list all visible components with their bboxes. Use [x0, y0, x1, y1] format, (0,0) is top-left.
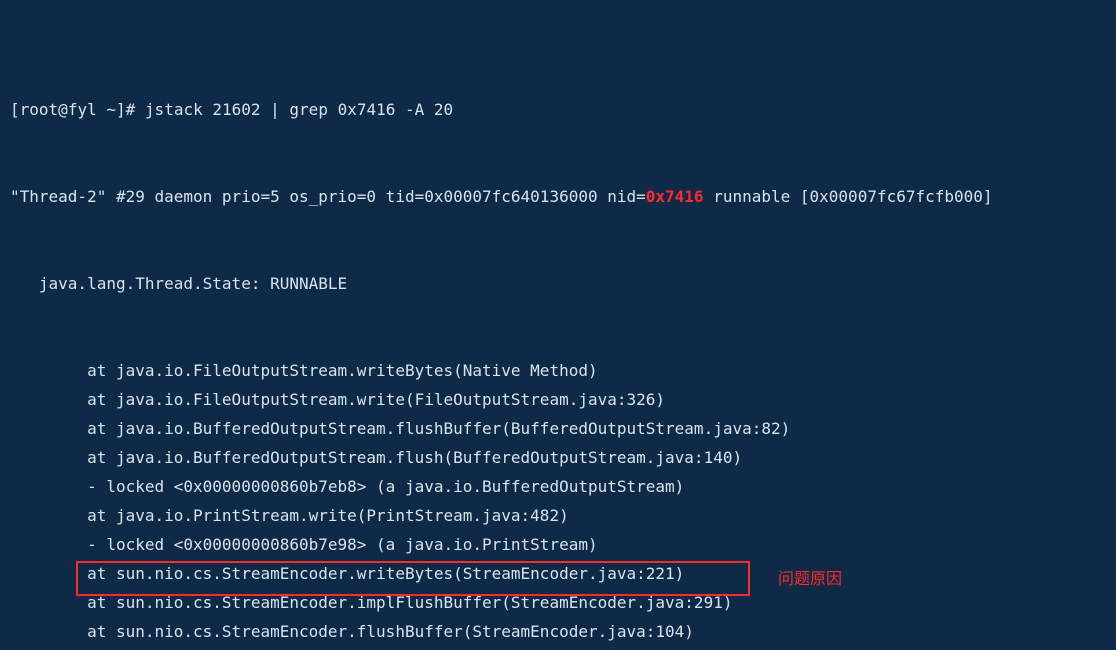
- stack-line: at sun.nio.cs.StreamEncoder.implFlushBuf…: [10, 588, 1106, 617]
- stack-line: - locked <0x00000000860b7f88> (a java.io…: [10, 646, 1106, 650]
- prompt-host: fyl: [68, 100, 97, 119]
- stack-line: - locked <0x00000000860b7eb8> (a java.io…: [10, 472, 1106, 501]
- stack-trace: at java.io.FileOutputStream.writeBytes(N…: [10, 356, 1106, 650]
- command-line[interactable]: [root@fyl ~]# jstack 21602 | grep 0x7416…: [10, 66, 1106, 124]
- terminal-output: [root@fyl ~]# jstack 21602 | grep 0x7416…: [0, 0, 1116, 650]
- thread-header-suffix: runnable [0x00007fc67fcfb000]: [704, 187, 993, 206]
- stack-line: - locked <0x00000000860b7e98> (a java.io…: [10, 530, 1106, 559]
- thread-header-line: "Thread-2" #29 daemon prio=5 os_prio=0 t…: [10, 182, 1106, 211]
- thread-state-line: java.lang.Thread.State: RUNNABLE: [10, 269, 1106, 298]
- prompt-open-bracket: [: [10, 100, 20, 119]
- prompt-close-bracket: ]: [116, 100, 126, 119]
- prompt-path: ~: [106, 100, 116, 119]
- stack-line: at sun.nio.cs.StreamEncoder.flushBuffer(…: [10, 617, 1106, 646]
- thread-header-prefix: "Thread-2" #29 daemon prio=5 os_prio=0 t…: [10, 187, 646, 206]
- stack-line: at java.io.BufferedOutputStream.flush(Bu…: [10, 443, 1106, 472]
- stack-line: at sun.nio.cs.StreamEncoder.writeBytes(S…: [10, 559, 1106, 588]
- highlighted-nid: 0x7416: [646, 187, 704, 206]
- stack-line: at java.io.BufferedOutputStream.flushBuf…: [10, 414, 1106, 443]
- prompt-symbol: #: [126, 100, 136, 119]
- prompt-user: root: [20, 100, 59, 119]
- command-text: jstack 21602 | grep 0x7416 -A 20: [145, 100, 453, 119]
- stack-line: at java.io.PrintStream.write(PrintStream…: [10, 501, 1106, 530]
- stack-line: at java.io.FileOutputStream.write(FileOu…: [10, 385, 1106, 414]
- prompt-at: @: [58, 100, 68, 119]
- annotation-label: 问题原因: [778, 563, 842, 592]
- stack-line: at java.io.FileOutputStream.writeBytes(N…: [10, 356, 1106, 385]
